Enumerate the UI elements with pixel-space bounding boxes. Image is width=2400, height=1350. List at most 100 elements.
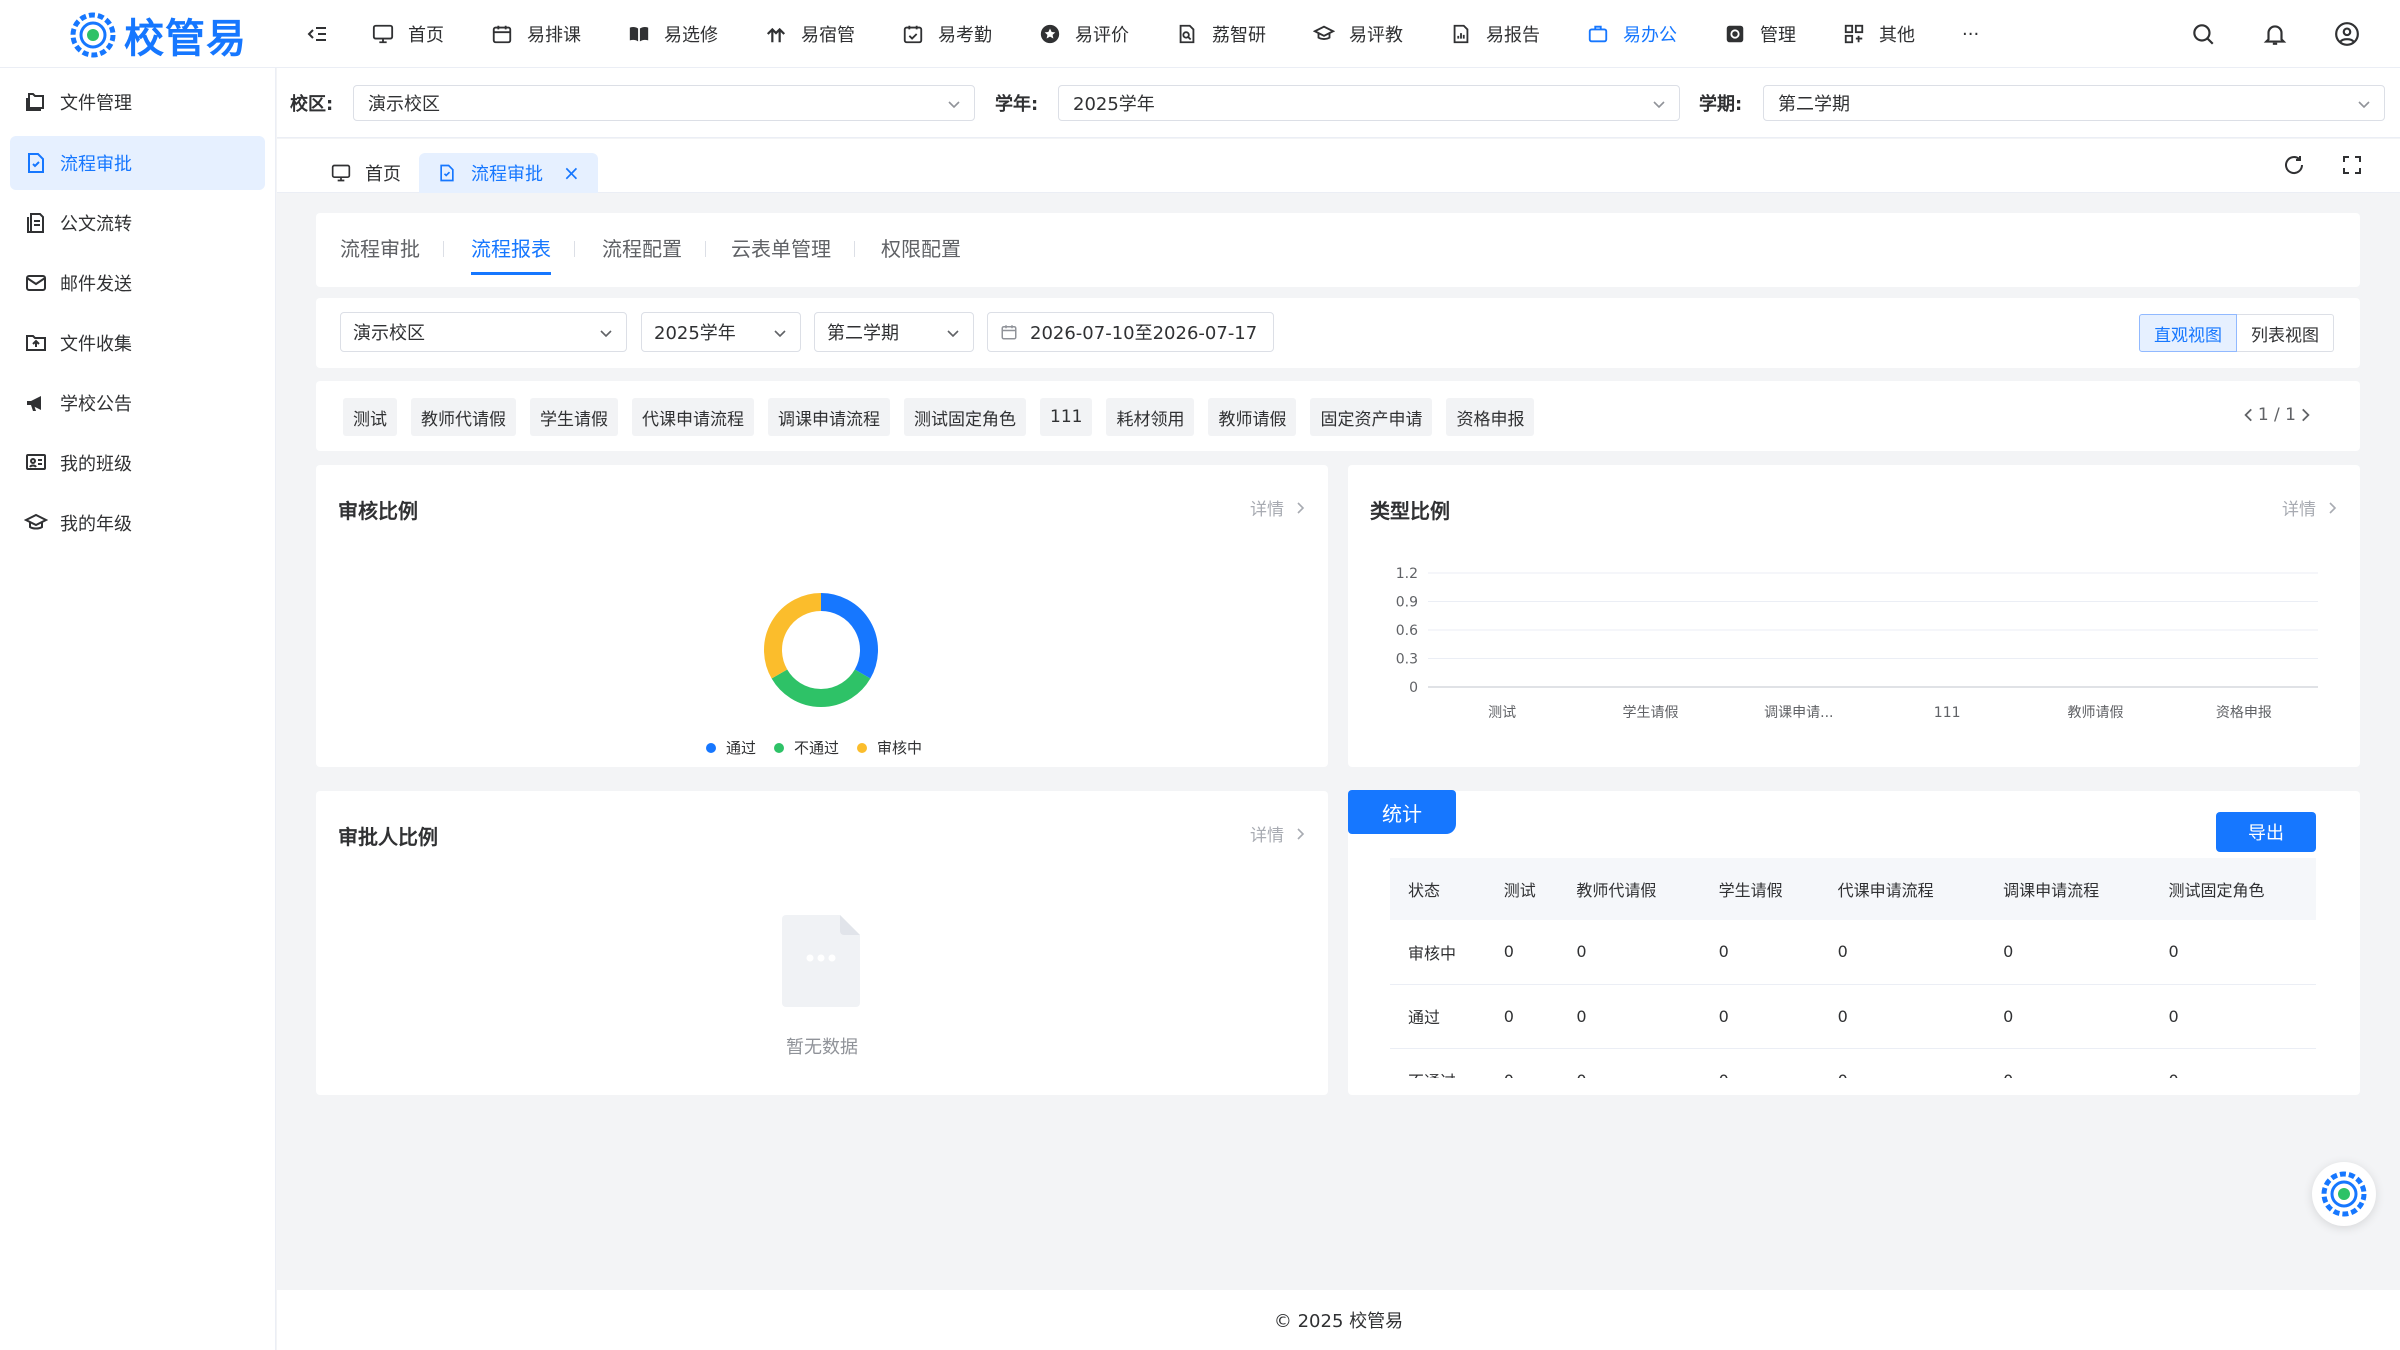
menu-collapse-icon[interactable] — [306, 22, 330, 46]
mail-icon — [24, 271, 48, 295]
export-button[interactable]: 导出 — [2216, 812, 2316, 852]
apps-icon — [1843, 23, 1865, 45]
topnav-label: 管理 — [1760, 25, 1796, 46]
year-select[interactable]: 2025学年 — [1058, 85, 1680, 121]
topnav-attendance[interactable]: 易考勤 — [902, 0, 992, 68]
chip-item[interactable]: 资格申报 — [1446, 398, 1535, 436]
top-nav: 首页 易排课 易选修 易宿管 易考勤 易评价 荔智研 易评教 易报告 易办公 管… — [372, 0, 2026, 68]
x-tick-label: 111 — [1934, 705, 1961, 721]
topnav-evaluation[interactable]: 易评价 — [1039, 0, 1129, 68]
chip-item[interactable]: 固定资产申请 — [1310, 398, 1433, 436]
table-cell: 0 — [1558, 920, 1701, 985]
chevron-down-icon — [598, 325, 614, 341]
legend-dot-pass — [706, 742, 716, 753]
chip-item[interactable]: 教师代请假 — [411, 398, 516, 436]
topnav-home[interactable]: 首页 — [372, 0, 444, 68]
report-icon — [1450, 23, 1472, 45]
topnav-other[interactable]: 其他 — [1843, 0, 1915, 68]
subtab-cloud-form[interactable]: 云表单管理 — [731, 233, 831, 272]
sidebar-item-my-class[interactable]: 我的班级 — [10, 436, 265, 490]
date-range-picker[interactable]: 2026-07-10至2026-07-17 — [987, 312, 1274, 352]
stats-tab[interactable]: 统计 — [1348, 790, 1456, 834]
y-tick-label: 0 — [1409, 680, 1418, 696]
topnav-dorm[interactable]: 易宿管 — [765, 0, 855, 68]
report-term-select[interactable]: 第二学期 — [814, 312, 974, 352]
date-range-value: 2026-07-10至2026-07-17 — [1030, 323, 1258, 344]
sidebar-item-file-collect[interactable]: 文件收集 — [10, 316, 265, 370]
research-icon — [1176, 23, 1198, 45]
floating-assistant-button[interactable] — [2312, 1162, 2376, 1226]
topnav-label: 易考勤 — [938, 25, 992, 46]
table-cell: 0 — [1558, 984, 1701, 1049]
chip-item[interactable]: 调课申请流程 — [768, 398, 890, 436]
topnav-elective[interactable]: 易选修 — [628, 0, 718, 68]
type-bar-chart: 0 0.3 0.6 0.9 1.2 测试 学生请假 调课申请... 111 教师请假 资格申报 — [1396, 566, 2318, 721]
chip-row: 测试 教师代请假 学生请假 代课申请流程 调课申请流程 测试固定角色 111 耗… — [343, 398, 1548, 436]
tab-approval[interactable]: 流程审批 × — [419, 153, 598, 193]
sidebar-item-file-manage[interactable]: 文件管理 — [10, 75, 265, 129]
topnav-label: 荔智研 — [1212, 25, 1266, 46]
topnav-manage[interactable]: 管理 — [1724, 0, 1796, 68]
bell-icon[interactable] — [2262, 21, 2288, 47]
tab-home[interactable]: 首页 — [313, 153, 419, 193]
sidebar-item-label: 文件管理 — [60, 93, 132, 114]
close-icon[interactable]: × — [563, 161, 580, 185]
chip-item[interactable]: 学生请假 — [530, 398, 618, 436]
report-year-select[interactable]: 2025学年 — [641, 312, 801, 352]
chip-item[interactable]: 测试固定角色 — [904, 398, 1026, 436]
subtab-permission[interactable]: 权限配置 — [881, 233, 961, 272]
table-cell: 0 — [1985, 920, 2151, 985]
chip-item[interactable]: 耗材领用 — [1106, 398, 1195, 436]
chevron-right-icon[interactable] — [2296, 406, 2314, 424]
term-select[interactable]: 第二学期 — [1763, 85, 2385, 121]
table-cell: 0 — [1819, 984, 1986, 1049]
table-header-cell: 教师代请假 — [1558, 858, 1701, 920]
sidebar-item-label: 我的年级 — [60, 514, 132, 535]
legend-dot-pending — [857, 742, 868, 753]
sidebar: 文件管理 流程审批 公文流转 邮件发送 文件收集 学校公告 我的班级 我的年级 — [0, 68, 276, 1350]
report-year-value: 2025学年 — [654, 323, 736, 344]
chevron-down-icon — [772, 325, 788, 341]
detail-label: 详情 — [1250, 826, 1284, 846]
chip-item[interactable]: 教师请假 — [1208, 398, 1297, 436]
fullscreen-icon[interactable] — [2340, 153, 2364, 177]
topnav-report[interactable]: 易报告 — [1450, 0, 1540, 68]
table-header-cell: 状态 — [1390, 858, 1486, 920]
chip-item[interactable]: 代课申请流程 — [632, 398, 754, 436]
sidebar-item-label: 学校公告 — [60, 394, 132, 415]
sidebar-item-approval[interactable]: 流程审批 — [10, 136, 265, 190]
x-tick-label: 学生请假 — [1623, 705, 1679, 721]
subtab-approval[interactable]: 流程审批 — [340, 233, 420, 272]
topnav-research[interactable]: 荔智研 — [1176, 0, 1266, 68]
x-tick-label: 资格申报 — [2216, 705, 2272, 721]
table-cell: 0 — [1485, 920, 1559, 985]
audit-detail-link[interactable]: 详情 — [1250, 495, 1308, 520]
topnav-more[interactable]: ··· — [1962, 0, 1979, 68]
chip-item[interactable]: 111 — [1040, 398, 1093, 436]
sidebar-item-mail[interactable]: 邮件发送 — [10, 256, 265, 310]
topnav-office[interactable]: 易办公 — [1587, 0, 1677, 68]
chevron-down-icon — [1651, 96, 1667, 112]
sidebar-item-announcement[interactable]: 学校公告 — [10, 376, 265, 430]
topnav-teaching-eval[interactable]: 易评教 — [1313, 0, 1403, 68]
refresh-icon[interactable] — [2282, 153, 2306, 177]
sidebar-item-official-docs[interactable]: 公文流转 — [10, 196, 265, 250]
user-avatar-icon[interactable] — [2334, 21, 2360, 47]
sidebar-item-my-grade[interactable]: 我的年级 — [10, 496, 265, 550]
type-ratio-title: 类型比例 — [1370, 499, 1450, 523]
monitor-icon — [331, 163, 351, 183]
table-cell: 通过 — [1390, 984, 1486, 1049]
campus-select[interactable]: 演示校区 — [353, 85, 975, 121]
chevron-left-icon[interactable] — [2240, 406, 2258, 424]
subtab-report[interactable]: 流程报表 — [471, 233, 551, 275]
topnav-schedule[interactable]: 易排课 — [491, 0, 581, 68]
report-campus-select[interactable]: 演示校区 — [340, 312, 627, 352]
visual-view-button[interactable]: 直观视图 — [2139, 314, 2237, 352]
approver-detail-link[interactable]: 详情 — [1250, 821, 1308, 846]
type-detail-link[interactable]: 详情 — [2282, 495, 2340, 520]
app-logo[interactable]: 校管易 — [68, 6, 247, 64]
chip-item[interactable]: 测试 — [343, 398, 397, 436]
subtab-config[interactable]: 流程配置 — [602, 233, 682, 272]
list-view-button[interactable]: 列表视图 — [2237, 314, 2334, 352]
search-icon[interactable] — [2190, 21, 2216, 47]
